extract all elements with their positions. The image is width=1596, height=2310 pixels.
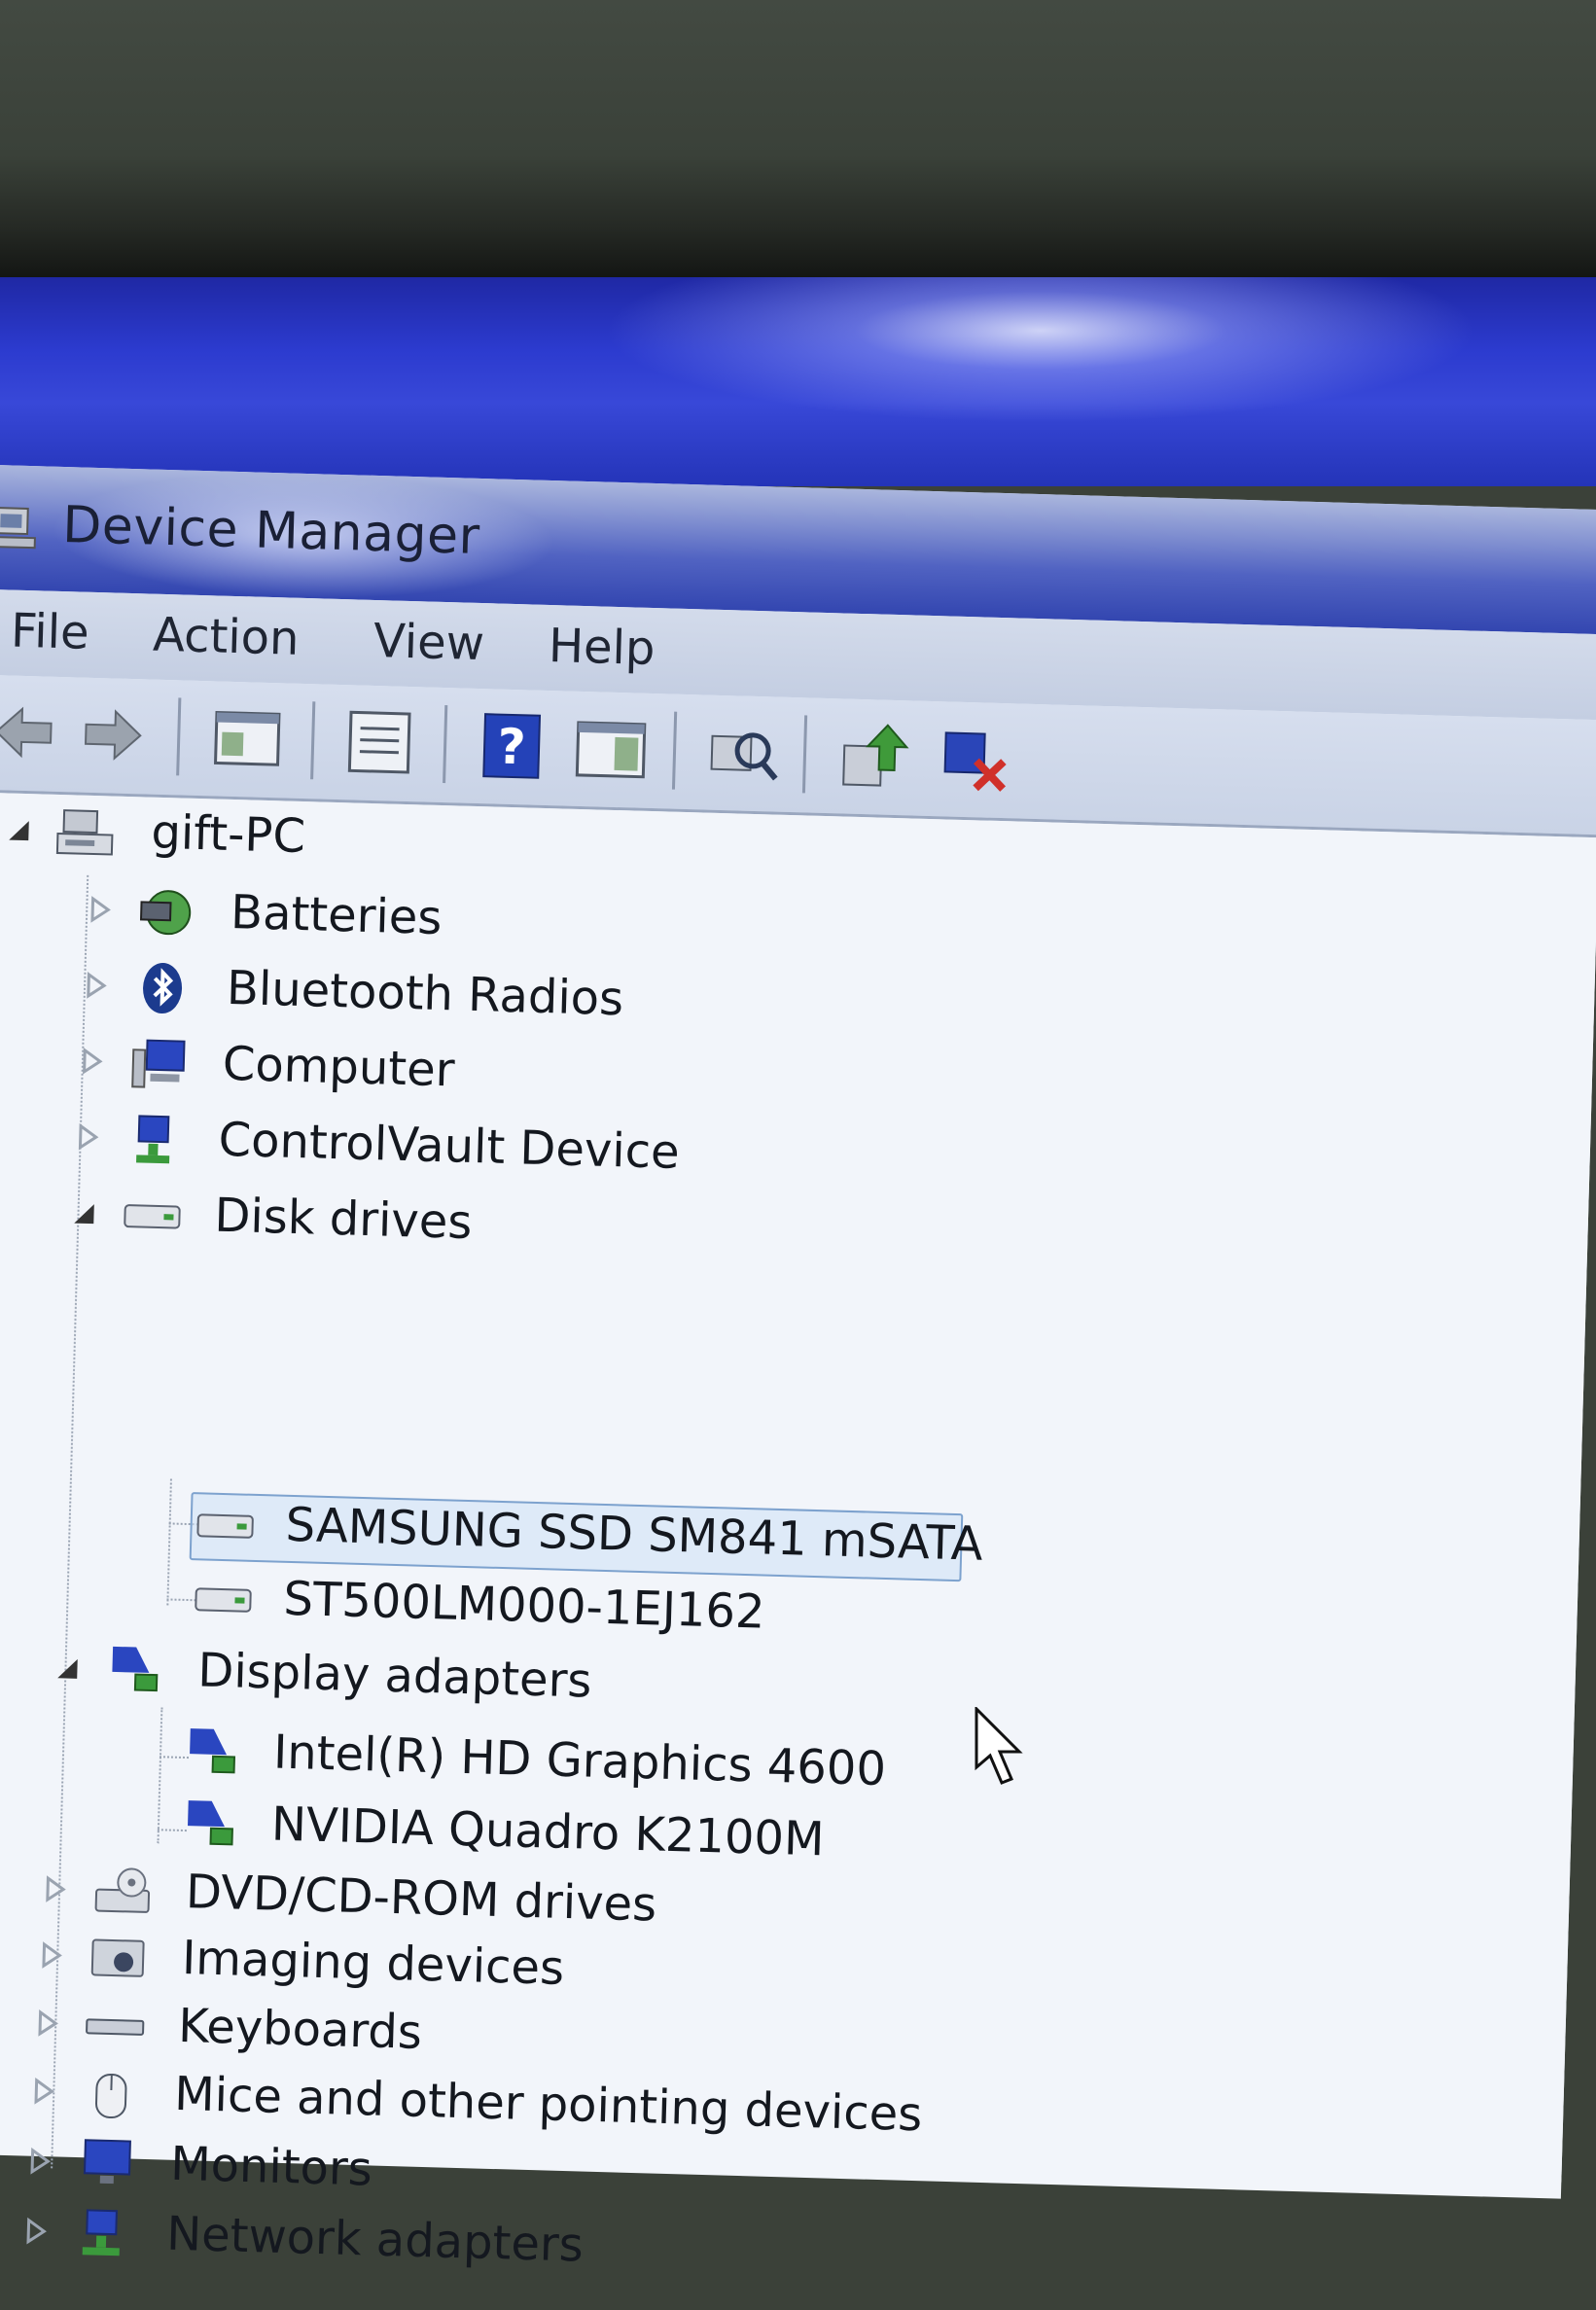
dvd-drive-icon	[91, 1864, 154, 1920]
tree-label: Imaging devices	[181, 1931, 564, 1996]
expanded-arrow-icon[interactable]	[70, 1197, 96, 1227]
monitor-bezel	[0, 0, 1596, 282]
collapsed-arrow-icon[interactable]	[42, 1874, 68, 1904]
toolbar-separator	[310, 701, 315, 779]
collapsed-arrow-icon[interactable]	[87, 895, 113, 925]
show-hide-console-tree-icon[interactable]	[211, 702, 283, 774]
tree-item-display-adapters[interactable]: Display adapters	[0, 1637, 836, 1725]
mouse-icon	[81, 2066, 143, 2122]
desktop-background	[0, 277, 1596, 486]
update-driver-icon[interactable]	[837, 720, 913, 792]
toolbar-separator	[672, 712, 677, 790]
tree-label: DVD/CD-ROM drives	[185, 1865, 657, 1932]
battery-icon	[134, 884, 196, 941]
tree-label: ST500LM000-1EJ162	[283, 1572, 766, 1640]
disk-drive-icon	[192, 1571, 254, 1627]
tree-label: ControlVault Device	[218, 1113, 680, 1180]
computer-root-icon	[55, 804, 118, 861]
menu-view[interactable]: View	[372, 614, 484, 671]
tree-label: Batteries	[230, 885, 443, 945]
properties-icon[interactable]	[343, 706, 415, 778]
tree-label: Computer	[222, 1037, 455, 1098]
bluetooth-icon	[132, 960, 195, 1016]
display-adapter-icon	[106, 1643, 168, 1699]
device-manager-icon	[0, 500, 46, 555]
screen-glare	[603, 277, 1478, 423]
toolbar-separator	[176, 697, 181, 775]
device-tree: gift-PC Batteries Bluetooth Radios	[0, 793, 1596, 2199]
tree-label: NVIDIA Quadro K2100M	[270, 1797, 825, 1867]
imaging-device-icon	[88, 1930, 150, 1986]
expanded-arrow-icon[interactable]	[53, 1653, 80, 1683]
tree-label: Disk drives	[214, 1189, 473, 1250]
tree-item-computer[interactable]: Computer	[0, 1030, 659, 1114]
show-action-pane-icon[interactable]	[573, 713, 649, 785]
display-adapter-icon	[183, 1724, 245, 1781]
toolbar-separator	[443, 705, 447, 783]
computer-icon	[128, 1036, 191, 1092]
tree-label: gift-PC	[151, 805, 306, 864]
tree-label: Intel(R) HD Graphics 4600	[272, 1725, 886, 1797]
svg-text:?: ?	[497, 719, 527, 776]
toolbar-separator	[802, 715, 807, 793]
tree-label: SAMSUNG SSD SM841 mSATA	[285, 1498, 983, 1572]
window-title: Device Manager	[61, 496, 480, 566]
tree-item-disk-drives[interactable]: Disk drives	[0, 1182, 655, 1265]
uninstall-device-icon[interactable]	[937, 723, 1012, 795]
monitor-icon	[76, 2136, 138, 2192]
collapsed-arrow-icon[interactable]	[83, 971, 109, 1001]
tree-label: Bluetooth Radios	[226, 961, 624, 1026]
tree-label: Monitors	[170, 2137, 373, 2197]
disk-drive-icon	[121, 1188, 183, 1244]
tree-root-gift-pc[interactable]: gift-PC	[0, 800, 665, 884]
tree-item-batteries[interactable]: Batteries	[0, 878, 663, 962]
collapsed-arrow-icon[interactable]	[74, 1122, 100, 1153]
menu-action[interactable]: Action	[152, 608, 300, 666]
tree-label: Keyboards	[177, 1999, 422, 2060]
disk-drive-icon	[194, 1497, 256, 1553]
tree-item-controlvault-device[interactable]: ControlVault Device	[0, 1106, 851, 1194]
forward-arrow-icon[interactable]	[81, 699, 145, 771]
collapsed-arrow-icon[interactable]	[26, 2147, 53, 2177]
menu-file[interactable]: File	[10, 604, 89, 660]
tree-item-bluetooth-radios[interactable]: Bluetooth Radios	[0, 954, 856, 1043]
display-adapter-icon	[181, 1796, 243, 1853]
collapsed-arrow-icon[interactable]	[30, 2077, 56, 2107]
expanded-arrow-icon[interactable]	[5, 814, 31, 844]
menu-help[interactable]: Help	[548, 619, 656, 676]
network-adapter-icon	[72, 2206, 134, 2262]
tree-label: Network adapters	[166, 2207, 585, 2273]
scan-hardware-changes-icon[interactable]	[705, 717, 781, 789]
back-arrow-icon[interactable]	[0, 696, 55, 768]
keyboard-icon	[84, 1998, 146, 2054]
controlvault-icon	[124, 1112, 187, 1168]
collapsed-arrow-icon[interactable]	[38, 1940, 64, 1971]
collapsed-arrow-icon[interactable]	[34, 2008, 60, 2039]
collapsed-arrow-icon[interactable]	[22, 2217, 49, 2247]
tree-label: Display adapters	[197, 1643, 592, 1708]
help-icon[interactable]: ?	[479, 710, 544, 782]
mouse-cursor-icon	[973, 1707, 1029, 1789]
collapsed-arrow-icon[interactable]	[79, 1047, 105, 1077]
device-manager-window: Device Manager File Action View Help	[0, 465, 1596, 2183]
